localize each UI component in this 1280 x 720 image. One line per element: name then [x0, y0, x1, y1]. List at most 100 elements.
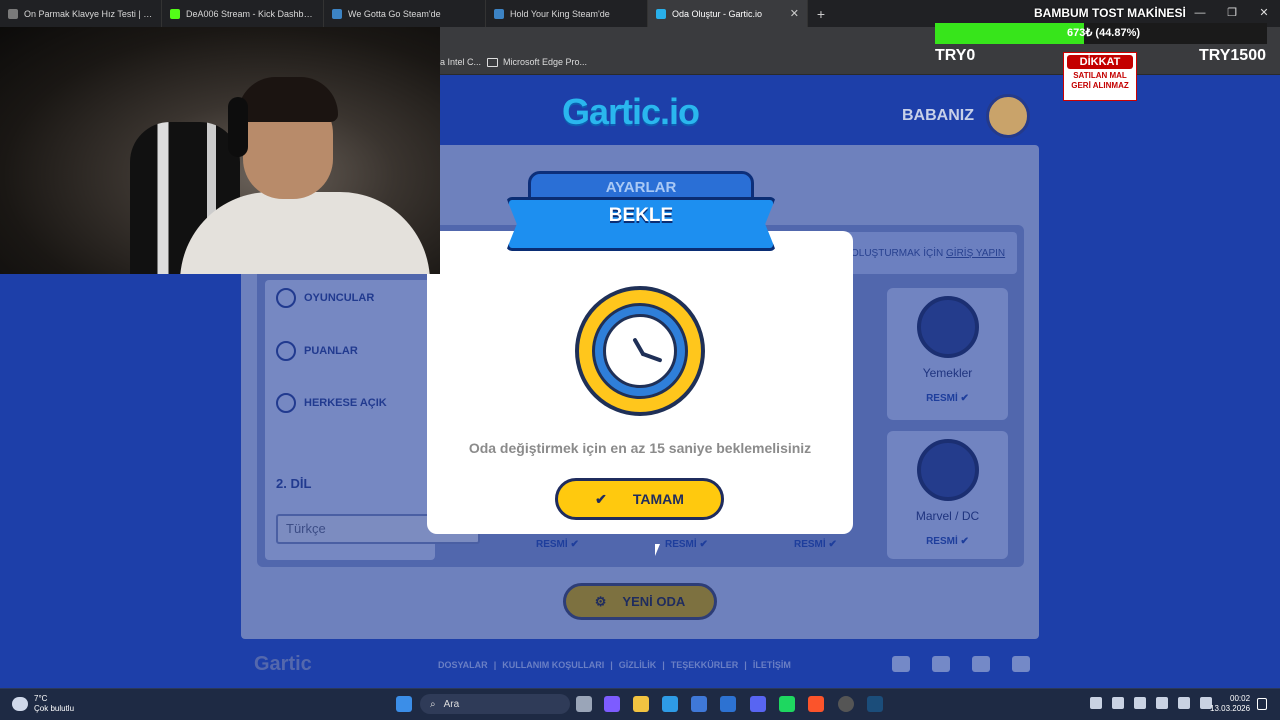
ok-label: TAMAM — [632, 491, 684, 507]
task-view-icon[interactable] — [576, 696, 592, 712]
burger-icon — [916, 296, 979, 358]
steam-icon[interactable] — [867, 696, 883, 712]
badge-text: RESMİ — [536, 539, 568, 550]
clock-time: 00:02 — [1230, 694, 1251, 703]
bookmark-label: Microsoft Edge Pro... — [503, 57, 588, 67]
warning-sign: DİKKAT SATILAN MAL GERİ ALINMAZ — [1063, 52, 1137, 101]
file-explorer-icon[interactable] — [633, 696, 649, 712]
footer-link-terms[interactable]: KULLANIM KOŞULLARI — [502, 660, 604, 670]
eye-icon — [276, 393, 296, 413]
check-icon: ✔ — [595, 490, 607, 507]
system-tray — [1090, 697, 1212, 709]
tray-app-icon[interactable] — [1112, 697, 1124, 709]
donation-progress-fill — [935, 23, 1084, 44]
start-icon[interactable] — [396, 696, 412, 712]
clock-face — [603, 314, 677, 388]
option-public[interactable]: HERKESE AÇIK — [276, 393, 387, 413]
separator: | — [493, 660, 497, 670]
mouse-cursor-icon — [655, 544, 660, 556]
obs-icon[interactable] — [838, 696, 854, 712]
headset — [228, 97, 248, 157]
login-prompt-text: OLUŞTURMAK İÇİN — [851, 248, 944, 259]
gartic-favicon-icon — [656, 8, 666, 19]
login-prompt: OLUŞTURMAK İÇİN GİRİŞ YAPIN — [845, 232, 1017, 274]
separator: | — [610, 660, 613, 670]
goal-min-amount: TRY0 — [935, 47, 976, 64]
taskbar-search[interactable]: ⌕ Ara — [420, 694, 570, 714]
option-players[interactable]: OYUNCULAR — [276, 288, 374, 308]
tab-label: We Gotta Go Steam'de — [348, 8, 441, 19]
store-icon[interactable] — [691, 696, 707, 712]
theme-label: Marvel / DC — [915, 509, 980, 523]
tab-kick-dashboard[interactable]: DeA006 Stream - Kick Dashboard — [162, 0, 324, 27]
close-tab-icon[interactable]: ✕ — [790, 7, 799, 20]
footer-link-thanks[interactable]: TEŞEKKÜRLER — [671, 660, 739, 670]
clock-ring — [592, 303, 688, 399]
avatar[interactable] — [986, 94, 1030, 138]
gartic-logo[interactable]: Gartic.io — [562, 91, 700, 133]
person-icon — [276, 288, 296, 308]
steam-favicon-icon — [494, 8, 504, 19]
official-badge: RESMİ ✔ — [926, 536, 969, 547]
bookmark-intel[interactable]: a Intel C... — [440, 57, 481, 67]
notification-icon[interactable] — [1257, 698, 1267, 710]
steam-favicon-icon — [332, 8, 342, 19]
bookmark-edge-folder[interactable]: Microsoft Edge Pro... — [487, 57, 587, 67]
microphone-icon[interactable] — [1156, 697, 1168, 709]
chevron-up-icon[interactable] — [1090, 697, 1102, 709]
discord-taskbar-icon[interactable] — [750, 696, 766, 712]
ok-button[interactable]: ✔ TAMAM — [555, 478, 724, 520]
taskbar-clock[interactable]: 00:02 13.03.2026 — [1210, 694, 1250, 714]
footer-link-privacy[interactable]: GİZLİLİK — [619, 660, 657, 670]
theme-card-yemekler[interactable]: Yemekler RESMİ ✔ — [887, 288, 1008, 420]
clock-hour-hand — [632, 337, 646, 357]
theme-card-marvel-dc[interactable]: Marvel / DC RESMİ ✔ — [887, 431, 1008, 559]
separator: | — [744, 660, 747, 670]
donation-goal-title: BAMBUM TOST MAKİNESİ — [1034, 6, 1186, 20]
theme-label: Yemekler — [922, 366, 973, 380]
youtube-icon[interactable] — [932, 656, 950, 672]
tab-label: DeA006 Stream - Kick Dashboard — [186, 8, 315, 19]
new-room-button[interactable]: ⚙ YENİ ODA — [563, 583, 717, 620]
modal-message: Oda değiştirmek için en az 15 saniye bek… — [468, 440, 812, 456]
tray-app-icon[interactable] — [1134, 697, 1146, 709]
option-label: HERKESE AÇIK — [304, 397, 387, 409]
second-language-label: 2. DİL — [276, 476, 312, 491]
tab-typing-test[interactable]: On Parmak Klavye Hız Testi | m5bilisim — [0, 0, 162, 27]
clock-icon — [575, 286, 705, 416]
tab-label: On Parmak Klavye Hız Testi | m5bilisim — [24, 8, 153, 19]
goal-max-amount: TRY1500 — [1199, 47, 1266, 64]
footer-logo[interactable]: Gartic — [254, 653, 312, 676]
username: BABANIZ — [902, 107, 974, 124]
tab-gartic-active[interactable]: Oda Oluştur - Gartic.io ✕ — [648, 0, 808, 27]
footer-link-contact[interactable]: İLETİŞİM — [753, 660, 791, 670]
brave-icon[interactable] — [808, 696, 824, 712]
footer-link-files[interactable]: DOSYALAR — [438, 660, 488, 670]
spotify-icon[interactable] — [779, 696, 795, 712]
official-badge: RESMİ ✔ — [926, 393, 969, 404]
edge-icon[interactable] — [662, 696, 678, 712]
cloud-icon — [12, 697, 28, 711]
new-tab-button[interactable]: + — [808, 6, 834, 22]
discord-icon[interactable] — [1012, 656, 1030, 672]
weather-desc: Çok bulutlu — [34, 704, 75, 713]
instagram-icon[interactable] — [972, 656, 990, 672]
network-icon[interactable] — [1178, 697, 1190, 709]
copilot-icon[interactable] — [604, 696, 620, 712]
badge-text: RESMİ — [665, 539, 697, 550]
twitter-icon[interactable] — [892, 656, 910, 672]
donation-progress-text: 673₺ (44.87%) — [1067, 27, 1141, 39]
tab-we-gotta-go[interactable]: We Gotta Go Steam'de — [324, 0, 486, 27]
official-badge: RESMİ ✔ — [794, 539, 837, 550]
weather-widget[interactable]: 7°C Çok bulutlu — [12, 694, 74, 714]
mail-icon[interactable] — [720, 696, 736, 712]
login-link[interactable]: GİRİŞ YAPIN — [946, 248, 1005, 259]
streamer-hair — [238, 77, 338, 122]
warning-text: SATILAN MAL GERİ ALINMAZ — [1071, 71, 1129, 90]
footer-links: DOSYALAR | KULLANIM KOŞULLARI | GİZLİLİK | … — [438, 660, 791, 670]
clock-date: 13.03.2026 — [1210, 704, 1251, 713]
option-label: PUANLAR — [304, 345, 358, 357]
option-points[interactable]: PUANLAR — [276, 341, 358, 361]
tab-hold-your-king[interactable]: Hold Your King Steam'de — [486, 0, 648, 27]
tab-label: Oda Oluştur - Gartic.io — [672, 8, 763, 19]
